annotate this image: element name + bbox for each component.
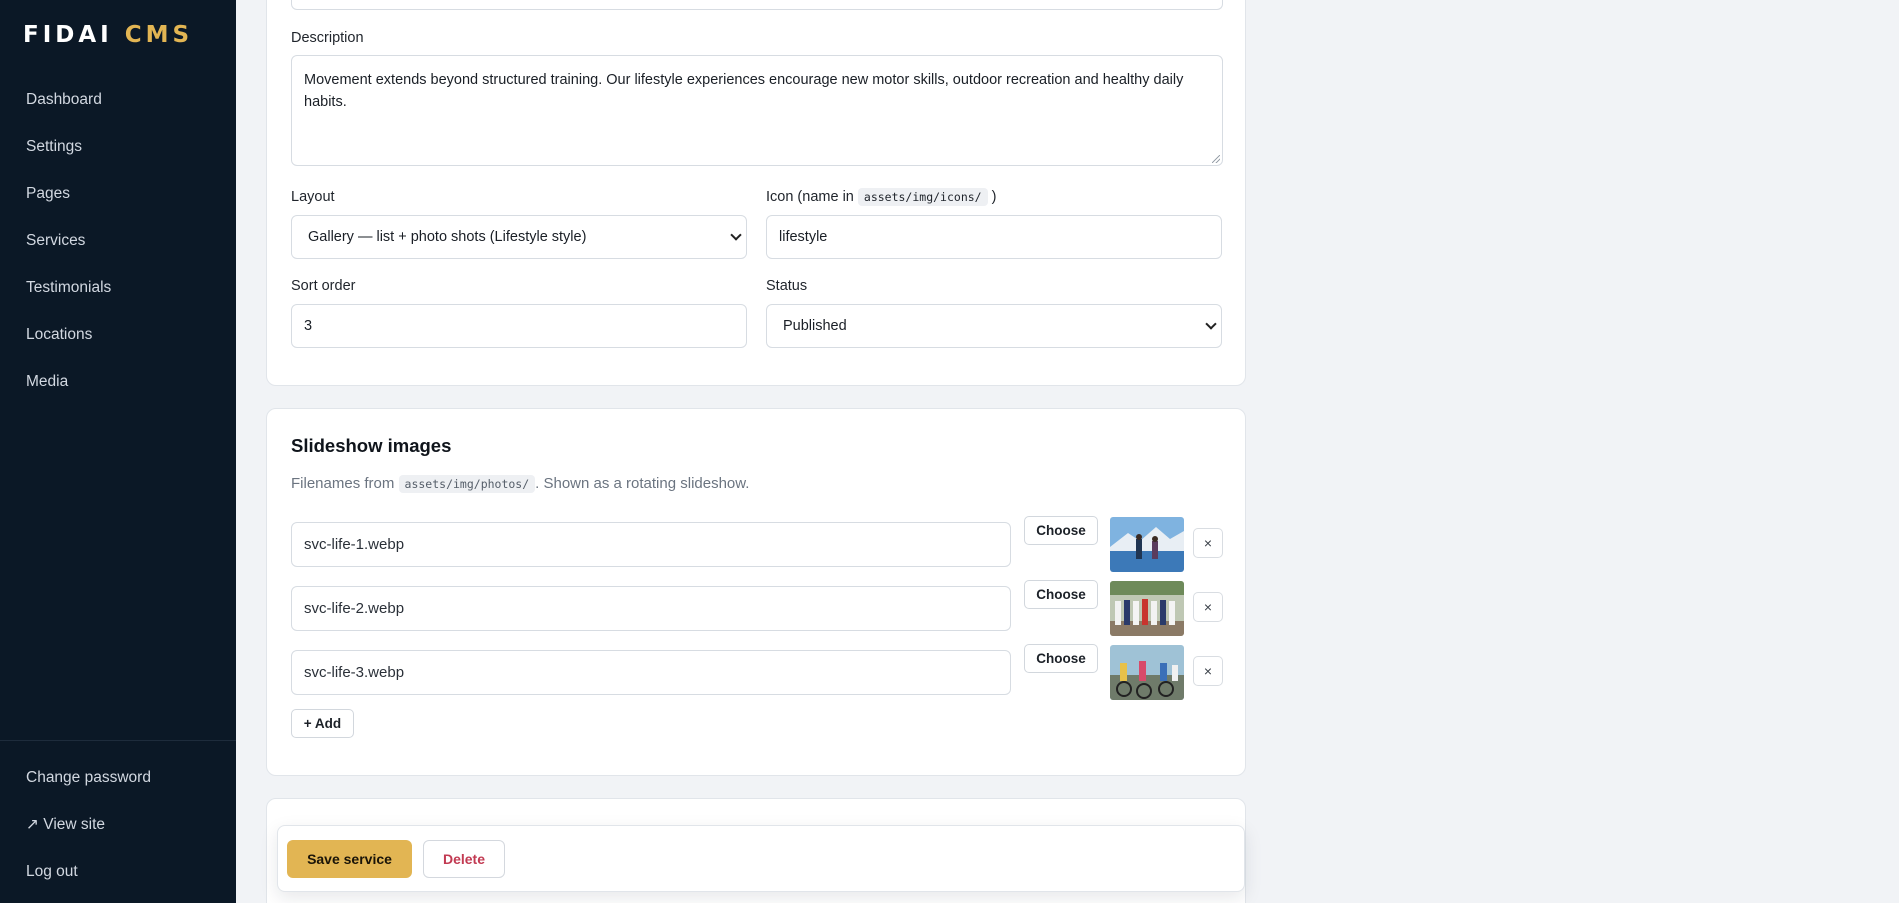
chevron-down-icon xyxy=(730,229,742,241)
action-bar: Save service Delete xyxy=(277,825,1245,892)
icon-label: Icon (name in assets/img/icons/ ) xyxy=(766,188,997,206)
slideshow-sub-suffix: . Shown as a rotating slideshow. xyxy=(535,475,750,492)
sidebar-item-locations[interactable]: Locations xyxy=(0,317,236,364)
sort-order-label: Sort order xyxy=(291,278,356,294)
service-details-card: Description Movement extends beyond stru… xyxy=(266,0,1246,386)
slide-thumbnail-2 xyxy=(1110,581,1184,636)
sidebar-nav: Dashboard Settings Pages Services Testim… xyxy=(0,82,236,411)
add-image-button[interactable]: + Add xyxy=(291,709,354,738)
sidebar-divider xyxy=(0,740,236,741)
sort-order-input[interactable]: 3 xyxy=(291,304,747,348)
icon-path-code: assets/img/icons/ xyxy=(857,188,988,206)
sidebar-item-log-out[interactable]: Log out xyxy=(0,854,236,901)
brand-accent: CMS xyxy=(124,22,194,48)
sidebar: FIDAI CMS Dashboard Settings Pages Servi… xyxy=(0,0,236,903)
slideshow-subtitle: Filenames from assets/img/photos/. Shown… xyxy=(291,475,750,493)
sidebar-item-pages[interactable]: Pages xyxy=(0,176,236,223)
slideshow-sub-prefix: Filenames from xyxy=(291,475,395,492)
remove-button-3[interactable]: × xyxy=(1193,656,1223,686)
slide-thumbnail-1 xyxy=(1110,517,1184,572)
slide-filename-input-3[interactable]: svc-life-3.webp xyxy=(291,650,1011,695)
slide-thumbnail-3 xyxy=(1110,645,1184,700)
sidebar-item-view-site[interactable]: ↗ View site xyxy=(0,807,236,854)
status-label: Status xyxy=(766,278,808,294)
status-select[interactable]: Published xyxy=(766,304,1222,348)
description-textarea[interactable]: Movement extends beyond structured train… xyxy=(291,55,1223,166)
title-field-edge[interactable] xyxy=(291,0,1223,10)
chevron-down-icon xyxy=(1205,318,1217,330)
choose-button-3[interactable]: Choose xyxy=(1024,644,1098,673)
sidebar-item-dashboard[interactable]: Dashboard xyxy=(0,82,236,129)
sidebar-bottom-nav: Change password ↗ View site Log out xyxy=(0,760,236,901)
sidebar-item-services[interactable]: Services xyxy=(0,223,236,270)
icon-input[interactable]: lifestyle xyxy=(766,215,1222,259)
resize-handle[interactable] xyxy=(1212,155,1220,163)
brand-logo[interactable]: FIDAI CMS xyxy=(23,22,193,48)
icon-label-prefix: Icon (name in xyxy=(766,189,854,205)
description-label: Description xyxy=(291,30,364,46)
layout-value: Gallery — list + photo shots (Lifestyle … xyxy=(308,229,587,245)
delete-button[interactable]: Delete xyxy=(423,840,505,878)
remove-button-2[interactable]: × xyxy=(1193,592,1223,622)
save-service-button[interactable]: Save service xyxy=(287,840,412,878)
sidebar-item-testimonials[interactable]: Testimonials xyxy=(0,270,236,317)
layout-select[interactable]: Gallery — list + photo shots (Lifestyle … xyxy=(291,215,747,259)
brand-name: FIDAI xyxy=(23,22,113,48)
layout-label: Layout xyxy=(291,189,335,205)
icon-label-suffix: ) xyxy=(991,189,997,205)
slide-filename-input-2[interactable]: svc-life-2.webp xyxy=(291,586,1011,631)
sidebar-item-settings[interactable]: Settings xyxy=(0,129,236,176)
description-value: Movement extends beyond structured train… xyxy=(304,72,1184,110)
choose-button-2[interactable]: Choose xyxy=(1024,580,1098,609)
choose-button-1[interactable]: Choose xyxy=(1024,516,1098,545)
status-value: Published xyxy=(783,318,847,334)
sidebar-item-change-password[interactable]: Change password xyxy=(0,760,236,807)
slideshow-card: Slideshow images Filenames from assets/i… xyxy=(266,408,1246,776)
photos-path-code: assets/img/photos/ xyxy=(398,475,536,493)
slide-filename-input-1[interactable]: svc-life-1.webp xyxy=(291,522,1011,567)
slideshow-title: Slideshow images xyxy=(291,435,452,456)
sidebar-item-media[interactable]: Media xyxy=(0,364,236,411)
remove-button-1[interactable]: × xyxy=(1193,528,1223,558)
